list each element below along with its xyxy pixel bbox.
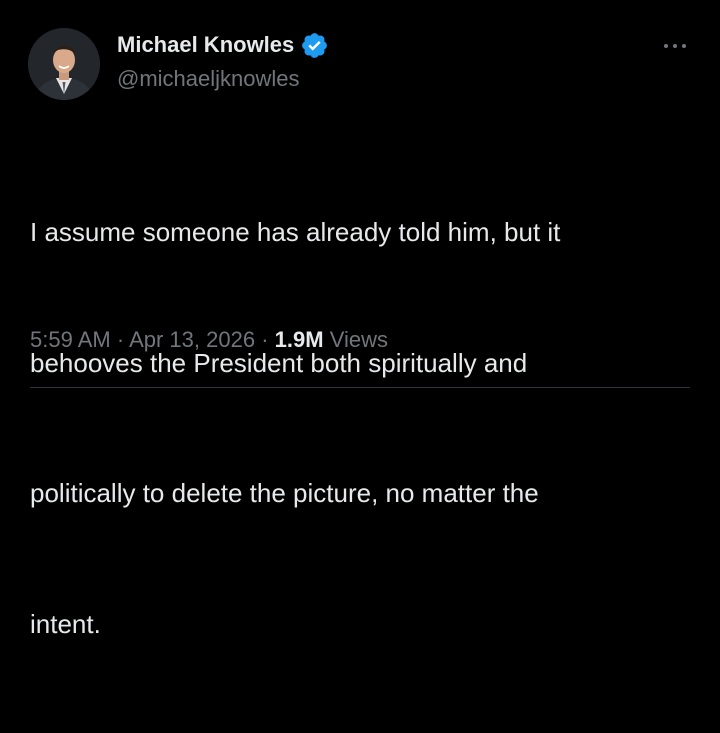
author-avatar[interactable] (28, 28, 100, 100)
divider (30, 387, 690, 388)
views-count[interactable]: 1.9M (275, 327, 324, 352)
tweet-text: I assume someone has already told him, b… (30, 124, 690, 733)
tweet-card: Michael Knowles @michaeljknowles I assum… (0, 0, 720, 639)
verified-badge-icon (300, 31, 329, 60)
author-display-name[interactable]: Michael Knowles (117, 30, 294, 60)
views-label: Views (329, 327, 388, 352)
author-name-row: Michael Knowles (117, 30, 329, 60)
meta-separator: · (261, 327, 269, 352)
tweet-text-line: I assume someone has already told him, b… (30, 217, 561, 247)
tweet-meta: 5:59 AM · Apr 13, 2026 · 1.9M Views (30, 325, 388, 355)
meta-separator: · (116, 327, 125, 352)
tweet-text-line: intent. (30, 608, 101, 639)
tweet-time[interactable]: 5:59 AM (30, 327, 111, 352)
avatar-photo (28, 28, 100, 100)
tweet-date[interactable]: Apr 13, 2026 (129, 327, 255, 352)
more-options-icon[interactable] (660, 36, 690, 56)
author-handle[interactable]: @michaeljknowles (117, 64, 300, 94)
tweet-text-line: politically to delete the picture, no ma… (30, 478, 539, 508)
